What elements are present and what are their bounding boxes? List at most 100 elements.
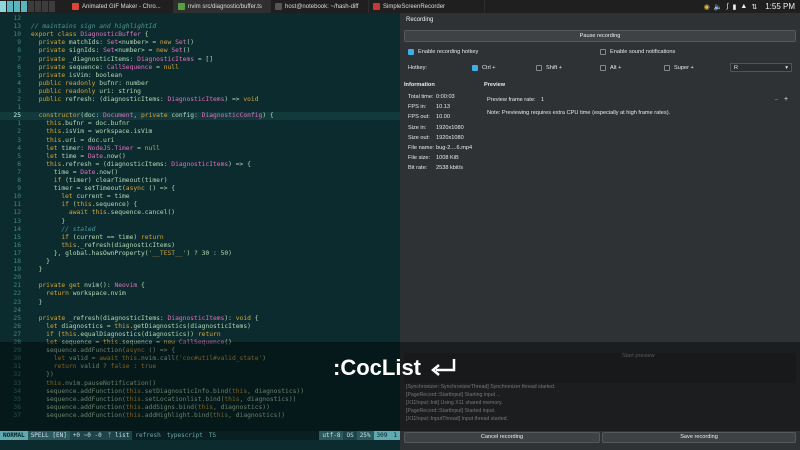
battery-icon[interactable]: ▮ — [733, 3, 737, 11]
code-line[interactable]: 8 if (timer) clearTimeout(timer) — [0, 177, 400, 185]
enable-hotkey-checkbox[interactable]: Enable recording hotkey — [408, 49, 478, 55]
code-line[interactable]: 1 this.bufnr = doc.bufnr — [0, 120, 400, 128]
code-line[interactable]: 8 private signIds: Set<number> = new Set… — [0, 47, 400, 55]
code-line[interactable]: 15 if (current == time) return — [0, 234, 400, 242]
clock[interactable]: 1:55 PM — [765, 2, 795, 11]
workspace-2[interactable] — [7, 1, 13, 12]
modifier-checkbox[interactable]: Alt + — [600, 65, 621, 71]
preview-rate-spinbox[interactable]: 1 – — [538, 95, 780, 104]
code-line[interactable]: 24 — [0, 307, 400, 315]
code-line[interactable]: 13 // maintains sign and highlightId — [0, 23, 400, 31]
information-title: Information — [404, 82, 435, 88]
code-line[interactable]: 7 private _diagnosticItems: DiagnosticIt… — [0, 56, 400, 64]
bluetooth-icon[interactable]: ∫ — [727, 3, 729, 10]
code-line[interactable]: 26 let diagnostics = this.getDiagnostics… — [0, 323, 400, 331]
workspace-3[interactable] — [14, 1, 20, 12]
code-line[interactable]: 10 export class DiagnosticBuffer { — [0, 31, 400, 39]
taskbar-item[interactable]: nvim src/diagnostic/buffer.ts — [174, 0, 271, 13]
workspace-6[interactable] — [35, 1, 41, 12]
line-number: 6 — [17, 63, 21, 71]
taskbar-item[interactable]: SimpleScreenRecorder — [369, 0, 485, 13]
code-line[interactable]: 2 public refresh: (diagnosticItems: Diag… — [0, 96, 400, 104]
pause-recording-button[interactable]: Pause recording — [404, 30, 796, 42]
code-line[interactable]: 21 private get nvim(): Neovim { — [0, 282, 400, 290]
hotkey-label: Hotkey: — [408, 65, 427, 71]
code-line[interactable]: 12 — [0, 15, 400, 23]
line-number: 14 — [13, 225, 21, 233]
code-text: if (current == time) return — [61, 233, 164, 241]
info-key: Bit rate: — [408, 165, 428, 172]
code-text: return workspace.nvim — [46, 290, 126, 298]
info-value: 1920x1080 — [436, 134, 464, 141]
code-text: } — [31, 298, 43, 306]
wifi-icon[interactable]: ▲ — [740, 3, 747, 10]
code-line[interactable]: 27 if (this.equalDiagnostics(diagnostics… — [0, 331, 400, 339]
percent: 25% — [356, 431, 374, 440]
info-value: 10.00 — [436, 114, 450, 121]
line-number: 12 — [13, 209, 21, 217]
modifier-label: Shift + — [546, 65, 563, 71]
code-line[interactable]: 9 timer = setTimeout(async () => { — [0, 185, 400, 193]
code-line[interactable]: 18 } — [0, 258, 400, 266]
code-line[interactable]: 5 private isVim: boolean — [0, 72, 400, 80]
taskbar-item-label: host@notebook: ~/hash-diff — [285, 3, 359, 10]
code-line[interactable]: 25 private _refresh(diagnosticItems: Dia… — [0, 315, 400, 323]
branch-label: list — [114, 432, 130, 439]
code-text: public readonly uri: string — [38, 87, 141, 95]
minus-icon[interactable]: – — [775, 97, 778, 103]
save-recording-button[interactable]: Save recording — [602, 432, 796, 443]
code-line[interactable]: 20 — [0, 274, 400, 282]
command-line[interactable] — [0, 440, 400, 450]
code-line[interactable]: 2 this.isVim = workspace.isVim — [0, 128, 400, 136]
code-line[interactable]: 10 let current = time — [0, 193, 400, 201]
taskbar-item[interactable]: host@notebook: ~/hash-diff — [271, 0, 369, 13]
chrome-tray-icon[interactable]: ◉ — [704, 3, 710, 11]
code-line[interactable]: 11 if (this.sequence) { — [0, 201, 400, 209]
code-line[interactable]: 3 this.uri = doc.uri — [0, 137, 400, 145]
code-line[interactable]: 23 } — [0, 299, 400, 307]
line-number: 16 — [13, 241, 21, 249]
code-line[interactable]: 17 }, global.hasOwnProperty('__TEST__') … — [0, 250, 400, 258]
taskbar-item[interactable]: Animated GIF Maker - Chro... — [68, 0, 174, 13]
volume-icon[interactable]: 🔈 — [714, 3, 723, 11]
cancel-recording-button[interactable]: Cancel recording — [404, 432, 600, 443]
code-line[interactable]: 4 let timer: NodeJS.Timer = null — [0, 145, 400, 153]
line-number: 15 — [13, 233, 21, 241]
modifier-checkbox[interactable]: Super + — [664, 65, 694, 71]
workspace-5[interactable] — [28, 1, 34, 12]
line-number: 13 — [13, 217, 21, 225]
enable-sound-checkbox[interactable]: Enable sound notifications — [600, 49, 675, 55]
file-name: refresh — [135, 432, 161, 439]
line-number: 22 — [13, 290, 21, 298]
line-number: 309 — [373, 431, 391, 440]
code-text: // maintains sign and highlightId — [31, 23, 157, 31]
code-line[interactable]: 25 constructor(doc: Document, private co… — [0, 112, 400, 121]
workspace-1[interactable] — [0, 1, 6, 12]
code-line[interactable]: 4 public readonly bufnr: number — [0, 80, 400, 88]
code-line[interactable]: 9 private matchIds: Set<number> = new Se… — [0, 39, 400, 47]
plus-icon[interactable]: + — [784, 96, 788, 103]
code-line[interactable]: 12 await this.sequence.cancel() — [0, 209, 400, 217]
code-line[interactable]: 1 — [0, 104, 400, 112]
code-line[interactable]: 13 } — [0, 218, 400, 226]
modifier-checkbox[interactable]: Shift + — [536, 65, 562, 71]
code-text: private _refresh(diagnosticItems: Diagno… — [38, 314, 259, 322]
modifier-label: Ctrl + — [482, 65, 496, 71]
line-number: 10 — [13, 31, 21, 39]
code-line[interactable]: 14 // staled — [0, 226, 400, 234]
workspace-8[interactable] — [49, 1, 55, 12]
code-line[interactable]: 3 public readonly uri: string — [0, 88, 400, 96]
info-row: File name: bug-2....6.mp4 — [408, 145, 472, 151]
modifier-checkbox[interactable]: Ctrl + — [472, 65, 496, 71]
code-line[interactable]: 6 private sequence: CallSequence = null — [0, 64, 400, 72]
workspace-7[interactable] — [42, 1, 48, 12]
code-line[interactable]: 16 this._refresh(diagnosticItems) — [0, 242, 400, 250]
code-line[interactable]: 19 } — [0, 266, 400, 274]
network-icon[interactable]: ⇅ — [751, 3, 757, 11]
hotkey-key-select[interactable]: R ▾ — [730, 63, 792, 72]
code-line[interactable]: 5 let time = Date.now() — [0, 153, 400, 161]
workspace-4[interactable] — [21, 1, 27, 12]
code-line[interactable]: 6 this.refresh = (diagnosticItems: Diagn… — [0, 161, 400, 169]
code-line[interactable]: 22 return workspace.nvim — [0, 290, 400, 298]
code-line[interactable]: 7 time = Date.now() — [0, 169, 400, 177]
